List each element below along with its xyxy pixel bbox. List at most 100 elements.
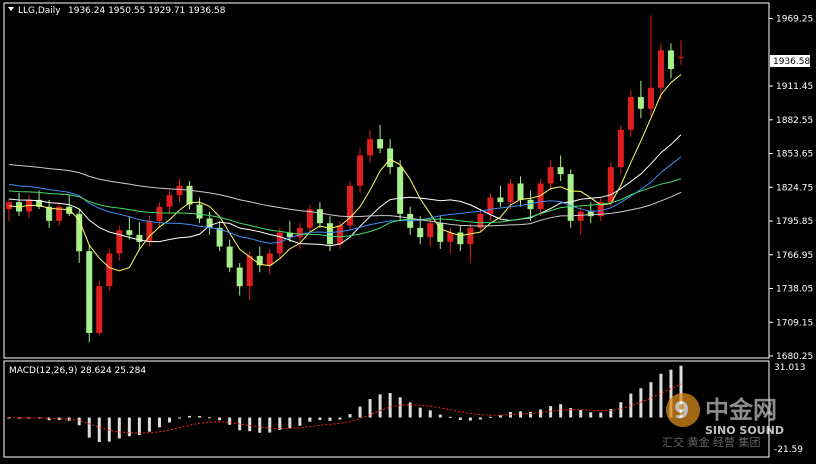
macd-bar bbox=[87, 417, 91, 438]
candle-body bbox=[296, 227, 303, 238]
candle-body bbox=[336, 225, 343, 245]
macd-bar bbox=[248, 417, 252, 432]
candle bbox=[276, 227, 283, 259]
candle bbox=[26, 195, 33, 219]
candle bbox=[56, 202, 63, 226]
candle bbox=[547, 160, 554, 191]
candle bbox=[667, 43, 674, 79]
price-tick-label: 1882.55 bbox=[776, 116, 813, 126]
candle-body bbox=[46, 206, 53, 221]
macd-bar bbox=[589, 412, 593, 418]
sino-sound-watermark: 9 中金网 SINO SOUND 汇交 黄金 经营 集团 bbox=[662, 393, 784, 449]
macd-bar bbox=[77, 417, 81, 426]
macd-bar bbox=[559, 404, 563, 418]
macd-bar bbox=[338, 417, 342, 420]
candle-body bbox=[467, 227, 474, 245]
macd-bar bbox=[198, 416, 202, 418]
candle bbox=[196, 197, 203, 224]
candle-body bbox=[457, 232, 464, 245]
dropdown-triangle-icon[interactable] bbox=[8, 7, 14, 11]
candle-body bbox=[357, 155, 364, 186]
macd-bar bbox=[288, 417, 292, 429]
macd-bar bbox=[478, 417, 482, 420]
macd-bar bbox=[268, 417, 272, 433]
ma-mid-line bbox=[8, 134, 682, 247]
candle bbox=[367, 129, 374, 163]
candle bbox=[106, 248, 113, 291]
candle-body bbox=[316, 209, 323, 224]
macd-bar bbox=[579, 410, 583, 418]
macd-bar bbox=[458, 417, 462, 420]
macd-bar bbox=[147, 417, 151, 432]
macd-bar bbox=[328, 417, 332, 421]
candle bbox=[186, 181, 193, 210]
macd-bar bbox=[418, 407, 422, 418]
candle bbox=[357, 148, 364, 193]
macd-bar bbox=[228, 417, 232, 425]
candle-body bbox=[417, 227, 424, 238]
macd-bar bbox=[619, 402, 623, 418]
price-tick-label: 1709.15 bbox=[776, 318, 813, 328]
candle bbox=[347, 181, 354, 231]
macd-bar bbox=[448, 416, 452, 418]
candle-body bbox=[647, 87, 654, 109]
candle-body bbox=[266, 253, 273, 266]
candle bbox=[6, 198, 12, 221]
chart-canvas[interactable]: LLG,Daily 1936.24 1950.55 1929.71 1936.5… bbox=[0, 0, 816, 460]
candle-body bbox=[86, 251, 93, 333]
candle bbox=[126, 216, 133, 240]
candle bbox=[657, 43, 664, 100]
macd-bar bbox=[308, 417, 312, 422]
candle-body bbox=[627, 97, 634, 130]
macd-bar bbox=[639, 388, 643, 418]
candle-body bbox=[96, 286, 103, 333]
candle bbox=[397, 160, 404, 221]
candle-body bbox=[196, 204, 203, 219]
candle bbox=[46, 199, 53, 228]
candle bbox=[477, 209, 484, 233]
ma-green-line bbox=[8, 178, 682, 238]
macd-bar bbox=[649, 382, 653, 418]
candle-body bbox=[678, 56, 684, 58]
candle-body bbox=[667, 50, 674, 70]
macd-bar bbox=[468, 417, 472, 421]
candle-body bbox=[126, 230, 133, 235]
candle-body bbox=[377, 139, 384, 149]
trading-chart-window[interactable]: LLG,Daily 1936.24 1950.55 1929.71 1936.5… bbox=[0, 0, 816, 460]
candle-body bbox=[427, 223, 434, 238]
candle-body bbox=[497, 197, 504, 203]
candle bbox=[176, 178, 183, 203]
symbol-label: LLG,Daily bbox=[18, 6, 61, 16]
candles-layer bbox=[6, 15, 684, 343]
candle-body bbox=[567, 174, 574, 221]
candle bbox=[557, 155, 564, 182]
candle-body bbox=[607, 167, 614, 203]
candle-body bbox=[557, 167, 564, 175]
candle-body bbox=[587, 211, 594, 217]
candle bbox=[96, 280, 103, 336]
candle bbox=[16, 192, 23, 217]
moving-averages-layer bbox=[8, 74, 682, 272]
candle-body bbox=[226, 246, 233, 268]
candle-body bbox=[206, 218, 213, 228]
candle bbox=[567, 169, 574, 228]
candle-body bbox=[176, 185, 183, 196]
candle bbox=[216, 220, 223, 252]
candle bbox=[467, 223, 474, 263]
macd-bar bbox=[659, 373, 663, 418]
watermark-slogan: 汇交 黄金 经营 集团 bbox=[662, 435, 761, 449]
macd-layer bbox=[7, 365, 683, 443]
candle-body bbox=[637, 97, 644, 109]
candle-body bbox=[106, 253, 113, 287]
price-tick-label: 1853.65 bbox=[776, 150, 813, 160]
candle bbox=[136, 222, 143, 249]
candle-body bbox=[236, 267, 243, 287]
candle-body bbox=[487, 197, 494, 214]
candle-body bbox=[447, 232, 454, 242]
candle bbox=[387, 139, 394, 175]
candle-body bbox=[657, 50, 664, 88]
candle bbox=[236, 262, 243, 296]
candle-body bbox=[517, 183, 524, 200]
candle-body bbox=[186, 185, 193, 205]
candle-body bbox=[387, 148, 394, 168]
